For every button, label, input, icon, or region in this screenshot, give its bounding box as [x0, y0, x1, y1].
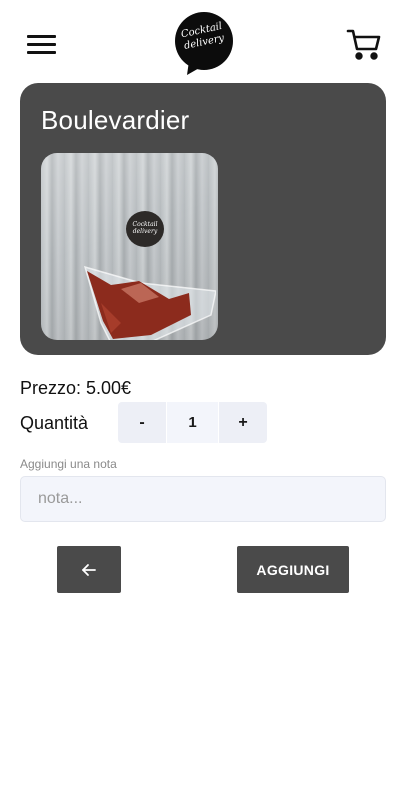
increase-quantity-button[interactable]: + [219, 402, 267, 443]
hamburger-menu-icon[interactable] [27, 33, 56, 57]
product-card: Boulevardier Cocktail delivery [20, 83, 386, 355]
app-header: Cocktail delivery [0, 0, 406, 80]
quantity-value: 1 [166, 402, 219, 443]
add-to-cart-button[interactable]: AGGIUNGI [237, 546, 349, 593]
menu-bar [27, 35, 56, 38]
brand-logo[interactable]: Cocktail delivery [173, 11, 235, 77]
menu-bar [27, 51, 56, 54]
arrow-left-icon [82, 563, 96, 576]
product-sticker: Cocktail delivery [126, 211, 164, 247]
product-name: Boulevardier [41, 105, 190, 135]
note-label: Aggiungi una nota [20, 457, 117, 471]
decrease-quantity-button[interactable]: - [118, 402, 166, 443]
back-button[interactable] [57, 546, 121, 593]
shopping-cart-icon[interactable] [346, 27, 382, 63]
quantity-label: Quantità [20, 413, 89, 433]
menu-bar [27, 43, 56, 46]
quantity-stepper: - 1 + [118, 402, 267, 443]
product-image: Cocktail delivery [41, 153, 218, 340]
note-input[interactable] [20, 476, 386, 522]
cocktail-bag-graphic [83, 265, 216, 340]
product-price: Prezzo: 5.00€ [20, 378, 132, 398]
